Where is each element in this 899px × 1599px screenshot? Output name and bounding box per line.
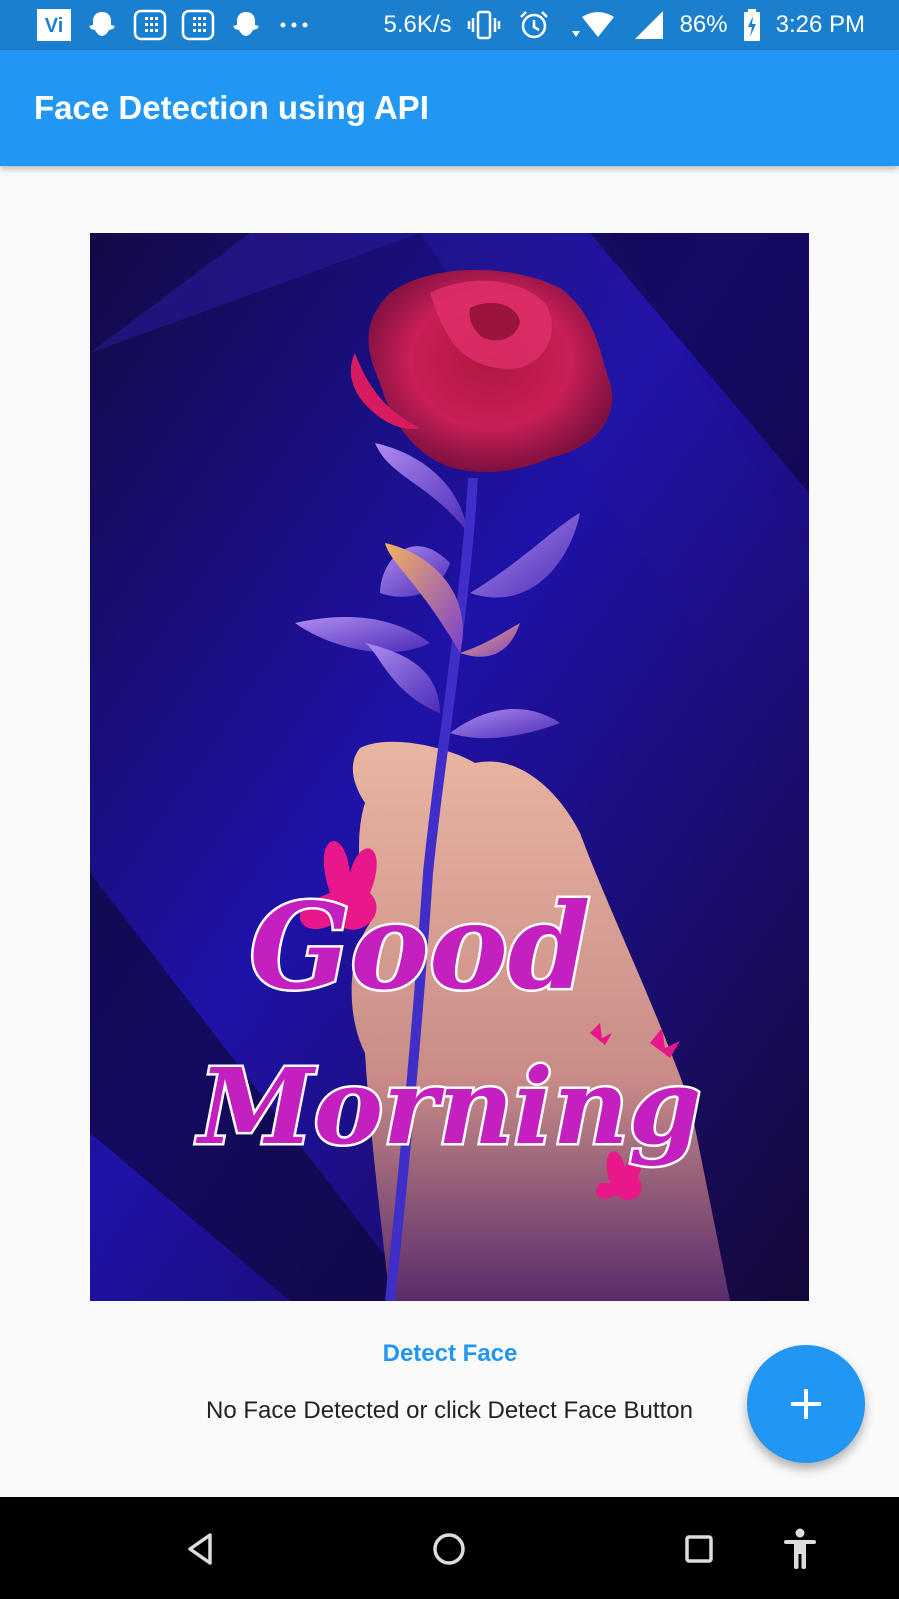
add-image-button[interactable] [747, 1345, 865, 1463]
clock: 3:26 PM [775, 11, 865, 38]
battery-charging-icon [742, 8, 762, 42]
accessibility-icon [784, 1528, 816, 1569]
snapchat-icon [84, 8, 120, 42]
back-icon [188, 1533, 212, 1565]
calculator-icon [132, 8, 168, 42]
status-bar: Vi 5.6K/s 86% 3:26 PM [0, 0, 899, 50]
more-dots-icon [276, 8, 312, 42]
navigation-bar [0, 1497, 899, 1599]
snapchat-icon [228, 8, 264, 42]
good-text: Good [250, 877, 591, 1016]
detect-face-button[interactable]: Detect Face [300, 1330, 600, 1378]
vi-carrier-icon: Vi [36, 8, 72, 42]
app-bar: Face Detection using API [0, 50, 899, 166]
battery-percent: 86% [679, 11, 728, 38]
morning-text: Morning [196, 1045, 702, 1168]
vibrate-icon [466, 8, 502, 42]
page-title: Face Detection using API [34, 89, 429, 126]
wifi-icon [566, 8, 616, 42]
selected-image: Good Morning [90, 233, 809, 1301]
home-icon [433, 1533, 465, 1565]
calculator-icon [180, 8, 216, 42]
recents-icon [685, 1535, 713, 1563]
net-speed: 5.6K/s [383, 11, 452, 38]
home-button[interactable] [421, 1521, 477, 1577]
accessibility-button[interactable] [772, 1521, 828, 1577]
plus-icon [791, 1389, 821, 1419]
svg-text:Vi: Vi [45, 15, 64, 37]
good-morning-rose-image: Good Morning [90, 233, 809, 1301]
back-button[interactable] [172, 1521, 228, 1577]
alarm-icon [516, 8, 552, 42]
recents-button[interactable] [671, 1521, 727, 1577]
signal-icon [630, 8, 666, 42]
